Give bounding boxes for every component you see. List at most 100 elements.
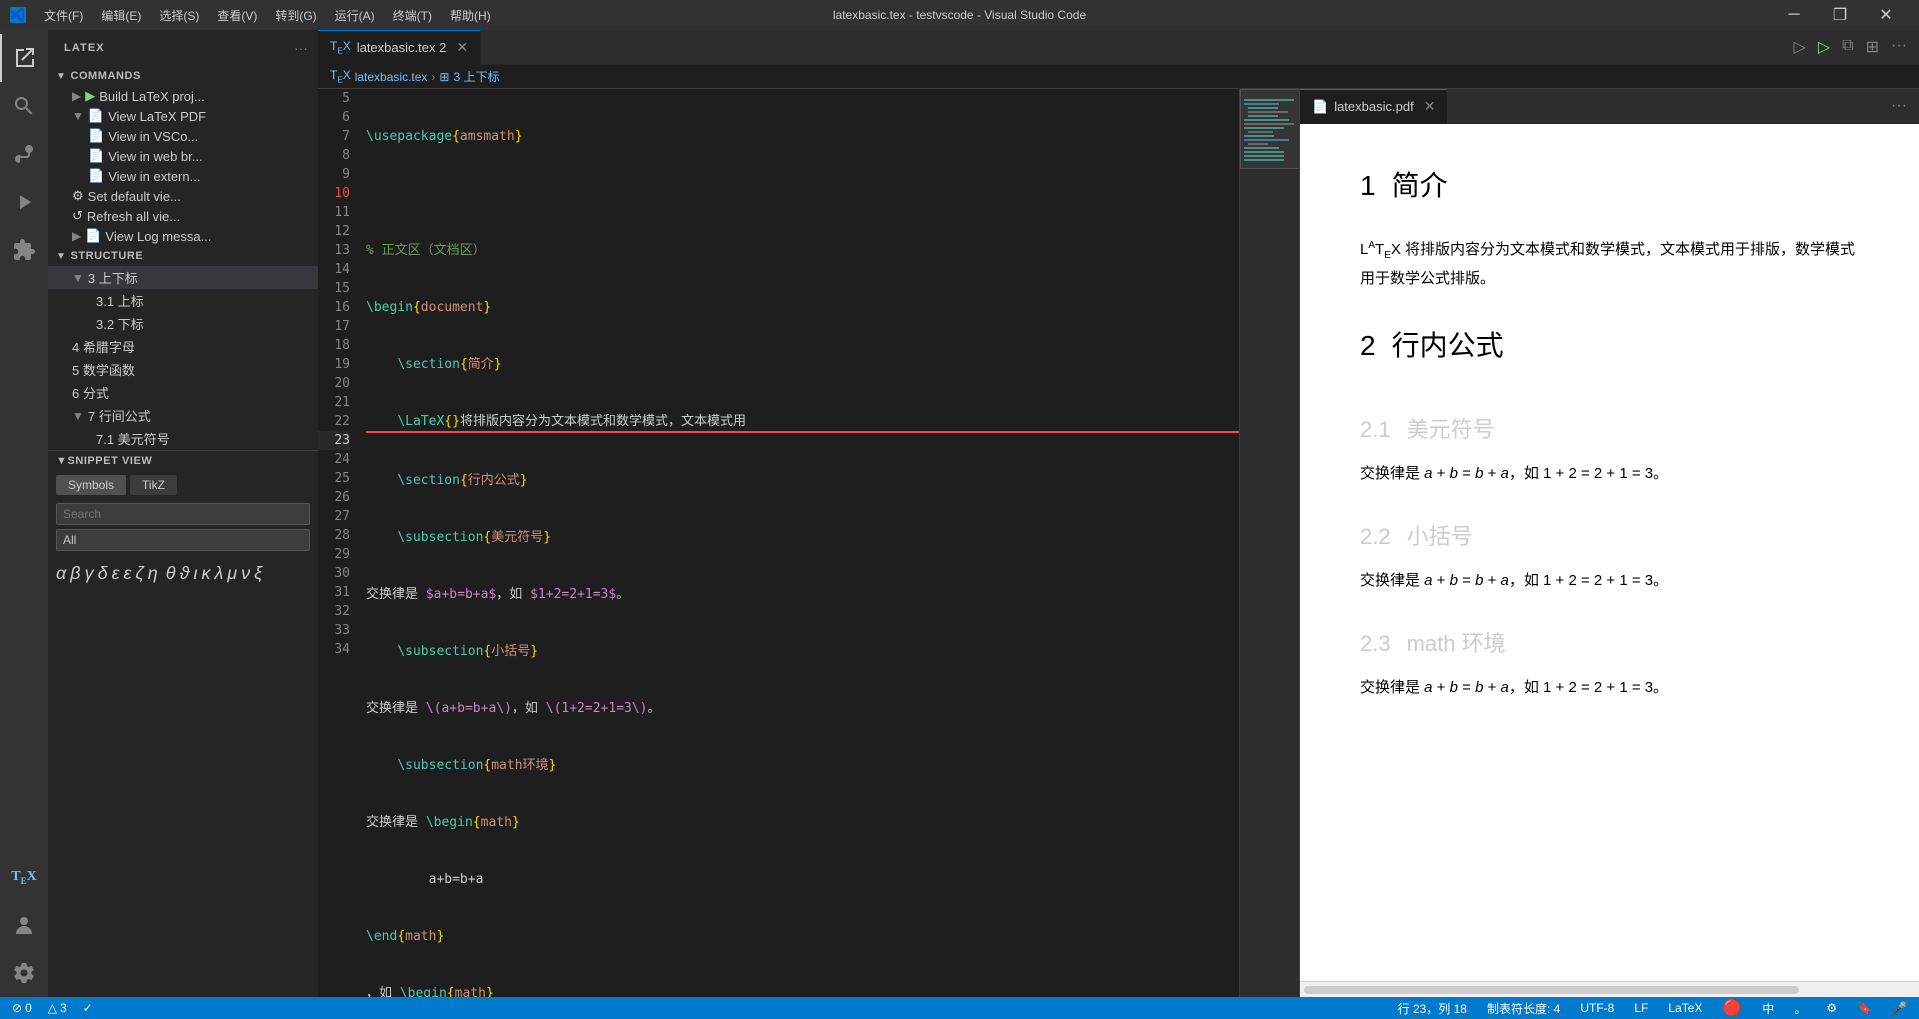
- menu-run[interactable]: 运行(A): [327, 5, 383, 26]
- status-errors[interactable]: ⊘ 0: [8, 1001, 36, 1015]
- sidebar: LATEX ··· ▼ COMMANDS ▶ ▶ Build LaTeX pro…: [48, 30, 318, 997]
- symbol-eta[interactable]: η: [148, 563, 158, 584]
- pdf-content[interactable]: 1 简介 LATEX 将排版内容分为文本模式和数学模式，文本模式用于排版，数学模…: [1300, 124, 1919, 981]
- menu-terminal[interactable]: 终端(T): [385, 5, 440, 26]
- breadcrumb: TEX latexbasic.tex › ⊞ 3 上下标: [318, 65, 1919, 89]
- status-bookmark[interactable]: 🔖: [1853, 1001, 1876, 1015]
- symbol-delta[interactable]: δ: [98, 563, 108, 584]
- pdf-section-22-heading: 2.2 小括号: [1360, 519, 1859, 551]
- symbol-nu[interactable]: ν: [241, 563, 250, 584]
- view-latex-pdf-item[interactable]: ▼ 📄 View LaTeX PDF: [48, 106, 318, 126]
- menu-select[interactable]: 选择(S): [151, 5, 207, 26]
- pdf-s23-title: math 环境: [1407, 626, 1506, 658]
- line-numbers: 5 6 7 8 9 10 11 12 13 14 15 16 17 18 19 …: [318, 89, 358, 997]
- symbol-xi[interactable]: ξ: [254, 563, 262, 584]
- layout-button[interactable]: ⊞: [1862, 35, 1883, 59]
- pdf-panel: 📄 latexbasic.pdf ✕ ··· 1 简介 LAT: [1299, 89, 1919, 997]
- commands-section-header[interactable]: ▼ COMMANDS: [48, 66, 318, 86]
- activity-search[interactable]: [0, 82, 48, 130]
- status-warnings[interactable]: △ 3: [44, 1001, 71, 1015]
- code-editor[interactable]: 5 6 7 8 9 10 11 12 13 14 15 16 17 18 19 …: [318, 89, 1299, 997]
- status-language[interactable]: LaTeX: [1664, 1001, 1706, 1015]
- activity-run-debug[interactable]: [0, 178, 48, 226]
- structure-item-31[interactable]: 3.1 上标: [48, 289, 318, 312]
- symbol-kappa[interactable]: κ: [201, 563, 210, 584]
- split-editor-button[interactable]: ⧉: [1838, 35, 1857, 59]
- refresh-label: Refresh all vie...: [87, 209, 180, 224]
- structure-item-7[interactable]: ▼ 7 行间公式: [48, 404, 318, 427]
- structure-item-32[interactable]: 3.2 下标: [48, 312, 318, 335]
- web-file-icon: 📄: [88, 148, 104, 164]
- activity-explorer[interactable]: [0, 34, 48, 82]
- status-settings2[interactable]: ⚙: [1822, 1001, 1841, 1015]
- tab-pdf[interactable]: 📄 latexbasic.pdf ✕: [1300, 89, 1447, 124]
- snippet-tab-symbols[interactable]: Symbols: [56, 475, 126, 495]
- view-log-item[interactable]: ▶ 📄 View Log messa...: [48, 226, 318, 246]
- structure-item-71[interactable]: 7.1 美元符号: [48, 427, 318, 450]
- activity-extensions[interactable]: [0, 226, 48, 274]
- pdf-scrollbar[interactable]: [1300, 981, 1919, 997]
- menu-help[interactable]: 帮助(H): [442, 5, 499, 26]
- snippet-tab-tikz[interactable]: TikZ: [130, 475, 177, 495]
- status-eol[interactable]: LF: [1630, 1001, 1652, 1015]
- menu-goto[interactable]: 转到(G): [267, 5, 324, 26]
- view-in-extern-item[interactable]: 📄 View in extern...: [48, 166, 318, 186]
- symbol-epsilon2[interactable]: ε: [124, 563, 132, 584]
- structure-item-5[interactable]: 5 数学函数: [48, 358, 318, 381]
- symbol-mu[interactable]: μ: [227, 563, 237, 584]
- status-mic[interactable]: 🎤: [1888, 1001, 1911, 1015]
- tab-latexbasic-tex[interactable]: TEX latexbasic.tex 2 ✕: [318, 30, 481, 65]
- tab-tex-close[interactable]: ✕: [456, 39, 468, 56]
- run-button[interactable]: ▷: [1790, 35, 1810, 59]
- minimize-button[interactable]: ─: [1771, 0, 1817, 30]
- activity-tex[interactable]: TEX: [0, 853, 48, 901]
- activity-settings[interactable]: [0, 949, 48, 997]
- status-ime[interactable]: 中: [1758, 1000, 1778, 1017]
- pdf-more-button[interactable]: ···: [1887, 95, 1911, 117]
- structure-item-6[interactable]: 6 分式: [48, 381, 318, 404]
- symbol-gamma[interactable]: γ: [85, 563, 94, 584]
- pdf-s1-num: 1: [1360, 170, 1376, 202]
- symbol-alpha[interactable]: α: [56, 563, 66, 584]
- symbol-epsilon1[interactable]: ε: [112, 563, 120, 584]
- all-filter-button[interactable]: All: [56, 529, 310, 551]
- symbol-theta2[interactable]: ϑ: [180, 563, 190, 584]
- refresh-views-item[interactable]: ↺ Refresh all vie...: [48, 206, 318, 226]
- activity-source-control[interactable]: [0, 130, 48, 178]
- status-sougou-icon[interactable]: 🔴: [1718, 998, 1746, 1018]
- status-checkmark[interactable]: ✓: [79, 1001, 97, 1015]
- build-latex-item[interactable]: ▶ ▶ Build LaTeX proj...: [48, 86, 318, 106]
- snippet-view-header[interactable]: ▼ SNIPPET VIEW: [48, 451, 318, 471]
- structure-item-4[interactable]: 4 希腊字母: [48, 335, 318, 358]
- pdf-tab-close[interactable]: ✕: [1424, 98, 1436, 115]
- structure-section-header[interactable]: ▼ STRUCTURE: [48, 246, 318, 266]
- menu-view[interactable]: 查看(V): [209, 5, 265, 26]
- ime-text: 中: [1762, 1000, 1774, 1017]
- tab-size-text: 制表符长度: 4: [1487, 1000, 1560, 1017]
- symbol-iota[interactable]: ι: [193, 563, 197, 584]
- snippet-search: [56, 503, 310, 525]
- status-punctuation[interactable]: 。: [1790, 1000, 1810, 1017]
- symbol-zeta[interactable]: ζ: [135, 563, 143, 584]
- activity-profile[interactable]: [0, 901, 48, 949]
- view-in-vscode-item[interactable]: 📄 View in VSCo...: [48, 126, 318, 146]
- status-encoding[interactable]: UTF-8: [1576, 1001, 1618, 1015]
- status-tab-size[interactable]: 制表符长度: 4: [1483, 1000, 1564, 1017]
- set-default-view-item[interactable]: ⚙ Set default vie...: [48, 186, 318, 206]
- search-input[interactable]: [56, 503, 310, 525]
- run-all-button[interactable]: ▷: [1814, 35, 1834, 59]
- menu-edit[interactable]: 编辑(E): [93, 5, 149, 26]
- more-actions-button[interactable]: ···: [1887, 35, 1911, 59]
- code-content: \usepackage{amsmath} % 正文区（文档区） \begin{d…: [358, 89, 1239, 997]
- view-in-web-item[interactable]: 📄 View in web br...: [48, 146, 318, 166]
- structure-item-3[interactable]: ▼ 3 上下标: [48, 266, 318, 289]
- menu-file[interactable]: 文件(F): [36, 5, 91, 26]
- maximize-button[interactable]: ❐: [1817, 0, 1863, 30]
- titlebar-left: 文件(F) 编辑(E) 选择(S) 查看(V) 转到(G) 运行(A) 终端(T…: [10, 5, 499, 26]
- sidebar-more-button[interactable]: ···: [292, 38, 310, 58]
- symbol-beta[interactable]: β: [70, 563, 80, 584]
- close-button[interactable]: ✕: [1863, 0, 1909, 30]
- status-line-col[interactable]: 行 23，列 18: [1394, 1000, 1471, 1017]
- symbol-theta1[interactable]: θ: [166, 563, 176, 584]
- symbol-lambda[interactable]: λ: [214, 563, 223, 584]
